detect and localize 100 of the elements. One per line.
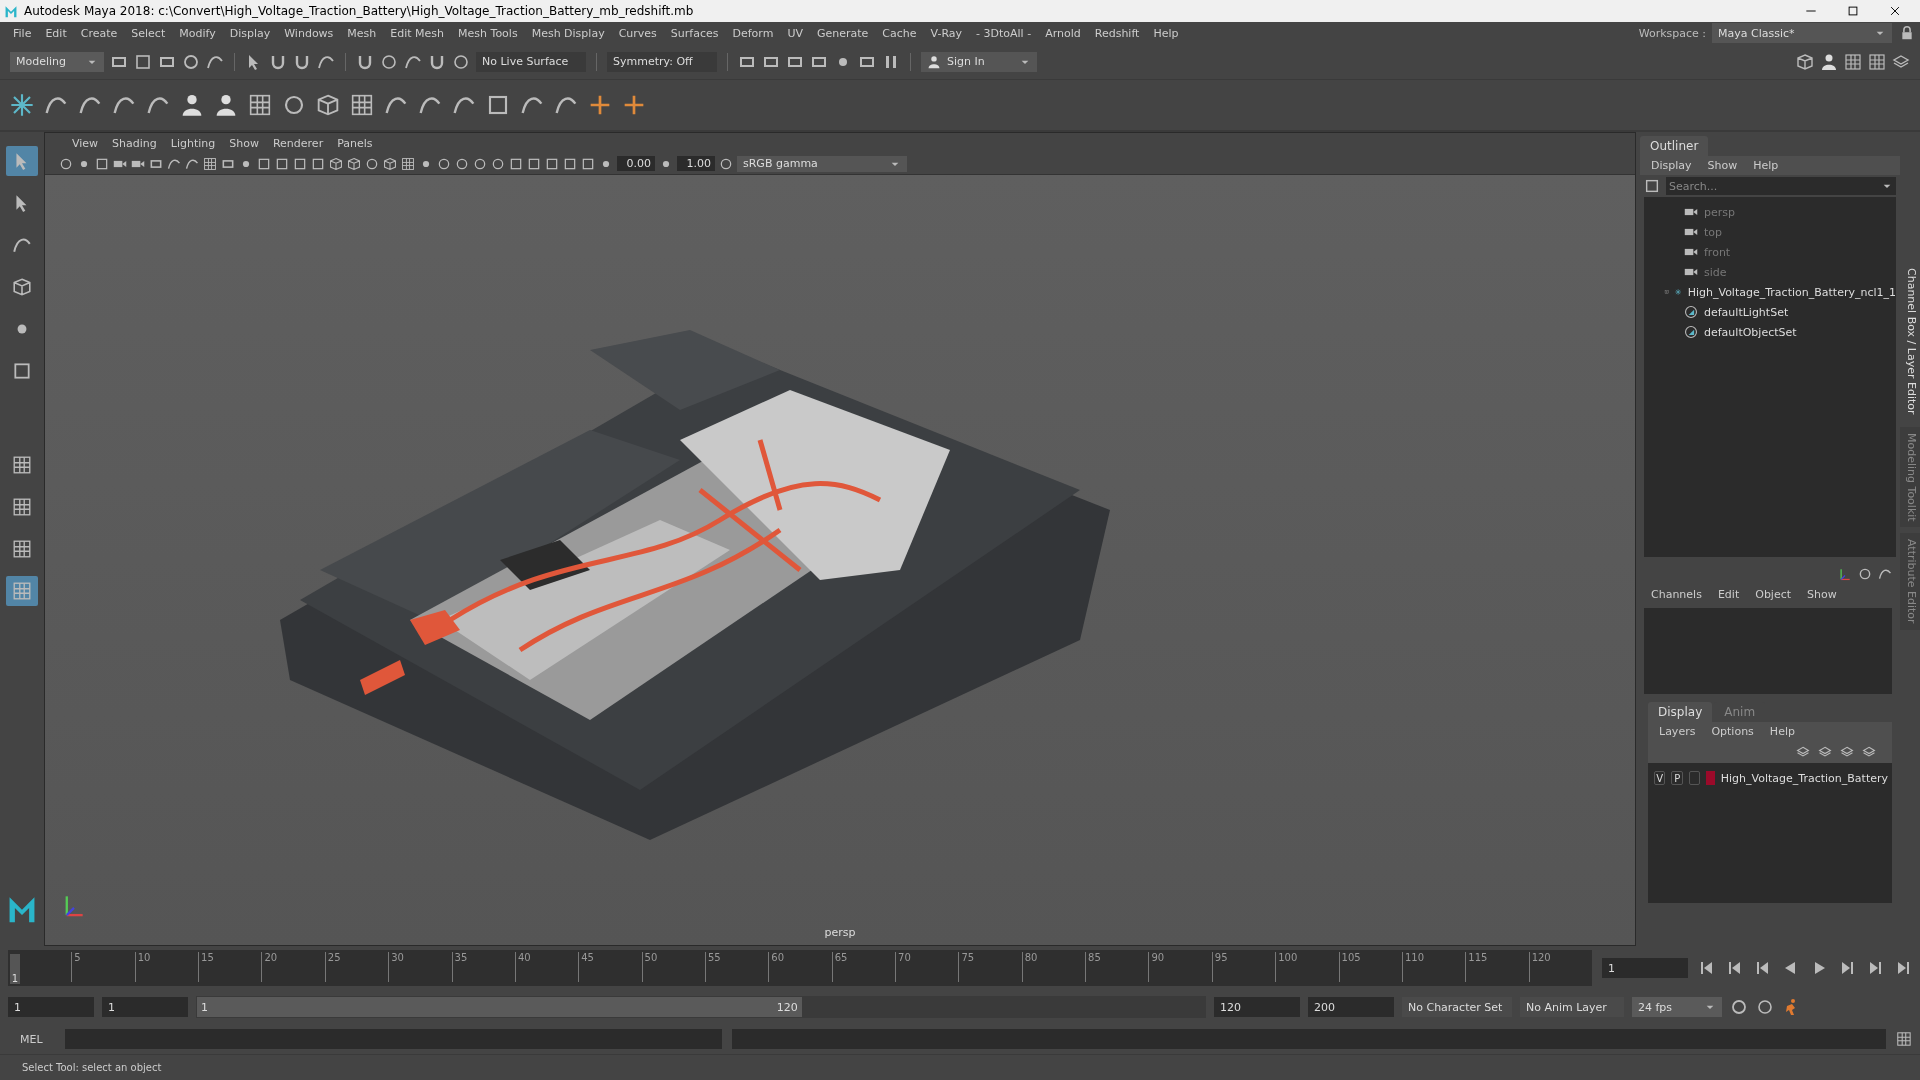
outliner-menu-item[interactable]: Help (1746, 159, 1786, 172)
menu-item[interactable]: UV (780, 26, 810, 40)
circle-icon[interactable] (719, 156, 733, 171)
reference-toggle[interactable] (1688, 771, 1701, 785)
menu-item[interactable]: Edit Mesh (383, 26, 452, 40)
sign-in-button[interactable]: Sign In (921, 51, 1037, 72)
set-icon[interactable] (1684, 325, 1698, 339)
search-field[interactable]: Search... (1666, 177, 1896, 195)
layer-color-swatch[interactable] (1706, 771, 1715, 785)
circle-icon[interactable] (473, 156, 487, 171)
layer-menu-item[interactable]: Layers (1652, 725, 1703, 738)
circle-icon[interactable] (455, 156, 469, 171)
playback-toggle[interactable]: P (1671, 771, 1683, 785)
channel-menu-item[interactable]: Show (1800, 588, 1844, 601)
square-icon[interactable] (486, 93, 510, 117)
end-frame-field[interactable]: 120 (1214, 997, 1300, 1017)
menu-item[interactable]: Arnold (1038, 26, 1088, 40)
menu-item[interactable]: Select (124, 26, 173, 40)
circle-icon[interactable] (59, 156, 73, 171)
square-icon[interactable] (545, 156, 559, 171)
square-icon[interactable] (95, 156, 109, 171)
cube-icon[interactable] (383, 156, 397, 171)
outliner-item[interactable]: defaultObjectSet (1644, 323, 1896, 341)
menu-item[interactable]: Mesh Display (524, 26, 612, 40)
range-slider[interactable]: 1 120 (197, 997, 802, 1017)
menu-item[interactable]: V-Ray (923, 26, 970, 40)
cube-icon[interactable] (329, 156, 343, 171)
layer-menu-item[interactable]: Help (1762, 725, 1802, 738)
grid-icon[interactable] (401, 156, 415, 171)
color-space-dropdown[interactable]: sRGB gamma (737, 155, 907, 172)
asterisk-icon[interactable] (10, 93, 34, 117)
outliner-item[interactable]: High_Voltage_Traction_Battery_ncl1_1 (1644, 283, 1896, 301)
layers-icon[interactable] (1796, 745, 1810, 759)
grid-icon[interactable] (12, 455, 32, 475)
outliner-menu-item[interactable]: Show (1700, 159, 1745, 172)
grid-icon[interactable] (248, 93, 272, 117)
menu-item[interactable]: File (6, 26, 39, 40)
square-icon[interactable] (275, 156, 289, 171)
circle-icon[interactable] (491, 156, 505, 171)
workspace-dropdown[interactable]: Maya Classic* (1712, 23, 1892, 43)
square-icon[interactable] (563, 156, 577, 171)
layers-icon[interactable] (1862, 745, 1876, 759)
circle-icon[interactable] (282, 93, 306, 117)
cube-icon[interactable] (12, 277, 32, 297)
square-icon[interactable] (12, 361, 32, 381)
square-icon[interactable] (311, 156, 325, 171)
layers-icon[interactable] (1840, 745, 1854, 759)
grid-icon[interactable] (1896, 1031, 1912, 1047)
start-frame-field[interactable]: 1 (8, 997, 94, 1017)
layer-name[interactable]: High_Voltage_Traction_Battery (1720, 771, 1888, 785)
person-icon[interactable] (927, 54, 941, 69)
mode-dropdown[interactable]: Modeling (10, 51, 104, 72)
circle-icon[interactable] (380, 52, 398, 71)
square-icon[interactable] (134, 52, 152, 71)
character-set-dropdown[interactable]: No Character Set (1402, 997, 1512, 1017)
panel-menu-item[interactable]: Show (222, 136, 266, 150)
cube-icon[interactable] (1796, 52, 1814, 71)
menu-item[interactable]: Mesh Tools (451, 26, 525, 40)
circle-icon[interactable] (437, 156, 451, 171)
cross-icon[interactable] (622, 93, 646, 117)
fps-dropdown[interactable]: 24 fps (1632, 997, 1722, 1017)
range-start-handle[interactable]: 1 (201, 1000, 208, 1014)
channel-menu-item[interactable]: Edit (1710, 588, 1747, 601)
person-icon[interactable] (180, 93, 204, 117)
command-language-label[interactable]: MEL (8, 1032, 55, 1046)
panel-menu-item[interactable]: View (65, 136, 106, 150)
range-slider-track[interactable]: 1 120 (196, 996, 1206, 1018)
outliner-tab[interactable]: Outliner (1640, 136, 1709, 156)
min-frame-field[interactable]: 1 (102, 997, 188, 1017)
lock-icon[interactable] (1900, 26, 1914, 40)
layer-tab[interactable]: Display (1648, 702, 1713, 722)
menu-item[interactable]: Help (1146, 26, 1186, 40)
panel-menu-item[interactable]: Renderer (265, 136, 331, 150)
menu-item[interactable]: Create (73, 26, 125, 40)
menu-item[interactable]: Redshift (1087, 26, 1147, 40)
grid-icon[interactable] (12, 497, 32, 517)
square-icon[interactable] (293, 156, 307, 171)
square-icon[interactable] (581, 156, 595, 171)
range-end-handle[interactable]: 120 (776, 1000, 798, 1014)
cube-icon[interactable] (316, 93, 340, 117)
live-surface-field[interactable]: No Live Surface (476, 51, 586, 72)
square-icon[interactable] (257, 156, 271, 171)
menu-item[interactable]: Curves (611, 26, 664, 40)
layers-icon[interactable] (1818, 745, 1832, 759)
visibility-toggle[interactable]: V (1654, 771, 1666, 785)
gamma-field[interactable]: 1.00 (677, 156, 715, 171)
cube-icon[interactable] (347, 156, 361, 171)
menu-item[interactable]: - 3DtoAll - (969, 26, 1039, 40)
layers-icon[interactable] (1892, 52, 1910, 71)
menu-item[interactable]: Cache (875, 26, 924, 40)
outliner-item[interactable]: defaultLightSet (1644, 303, 1896, 321)
circle-icon[interactable] (452, 52, 470, 71)
cross-icon[interactable] (588, 93, 612, 117)
person-icon[interactable] (1820, 52, 1838, 71)
panel-menu-item[interactable]: Shading (105, 136, 164, 150)
current-frame-field[interactable]: 1 (1602, 958, 1688, 978)
menu-item[interactable]: Deform (725, 26, 781, 40)
outliner-item[interactable]: side (1644, 263, 1896, 281)
max-frame-field[interactable]: 200 (1308, 997, 1394, 1017)
maximize-icon[interactable] (1846, 4, 1860, 18)
